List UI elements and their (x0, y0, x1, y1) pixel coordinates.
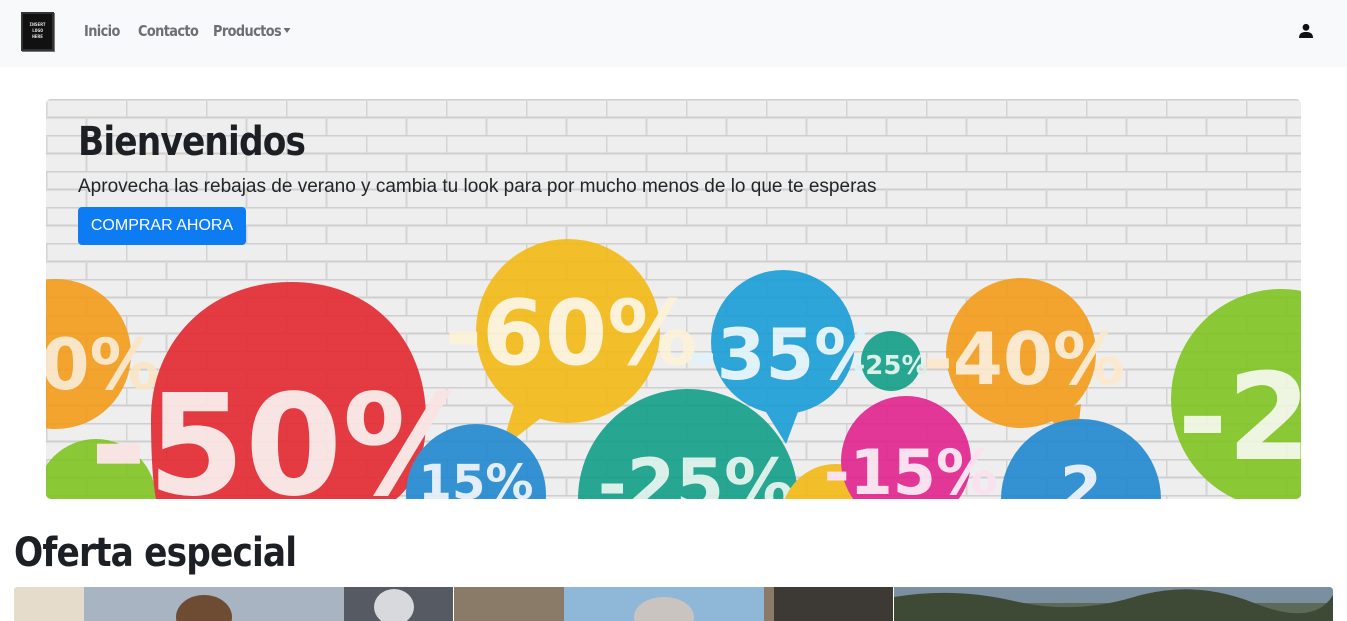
caret-down-icon (283, 28, 291, 33)
special-offer-title: Oferta especial (14, 530, 297, 576)
user-account-button[interactable] (1295, 20, 1317, 42)
nav-link-contacto[interactable]: Contacto (138, 22, 199, 40)
nav-dropdown-productos-label: Productos (213, 22, 282, 40)
offer-card-1-image (14, 587, 453, 621)
hero-title: Bienvenidos (78, 119, 306, 165)
logo[interactable]: INSERT LOGO HERE (21, 12, 54, 51)
offer-card-2-image (454, 587, 893, 621)
hero-subtitle: Aprovecha las rebajas de verano y cambia… (78, 176, 877, 197)
offer-card-1[interactable] (14, 587, 453, 621)
offer-card-3-image (894, 587, 1333, 621)
nav-link-inicio[interactable]: Inicio (84, 22, 120, 40)
nav-dropdown-productos[interactable]: Productos (213, 22, 291, 40)
buy-now-button[interactable]: COMPRAR AHORA (78, 207, 246, 245)
logo-text: INSERT LOGO HERE (29, 22, 46, 40)
user-icon (1299, 23, 1313, 38)
hero-banner: 20% -50% -60% 15% -25% -35% -25% (46, 99, 1301, 499)
navbar: INSERT LOGO HERE Inicio Contacto Product… (0, 0, 1347, 67)
offer-card-2[interactable] (454, 587, 893, 621)
offer-card-3[interactable] (894, 587, 1333, 621)
special-offer-cards (14, 587, 1333, 621)
